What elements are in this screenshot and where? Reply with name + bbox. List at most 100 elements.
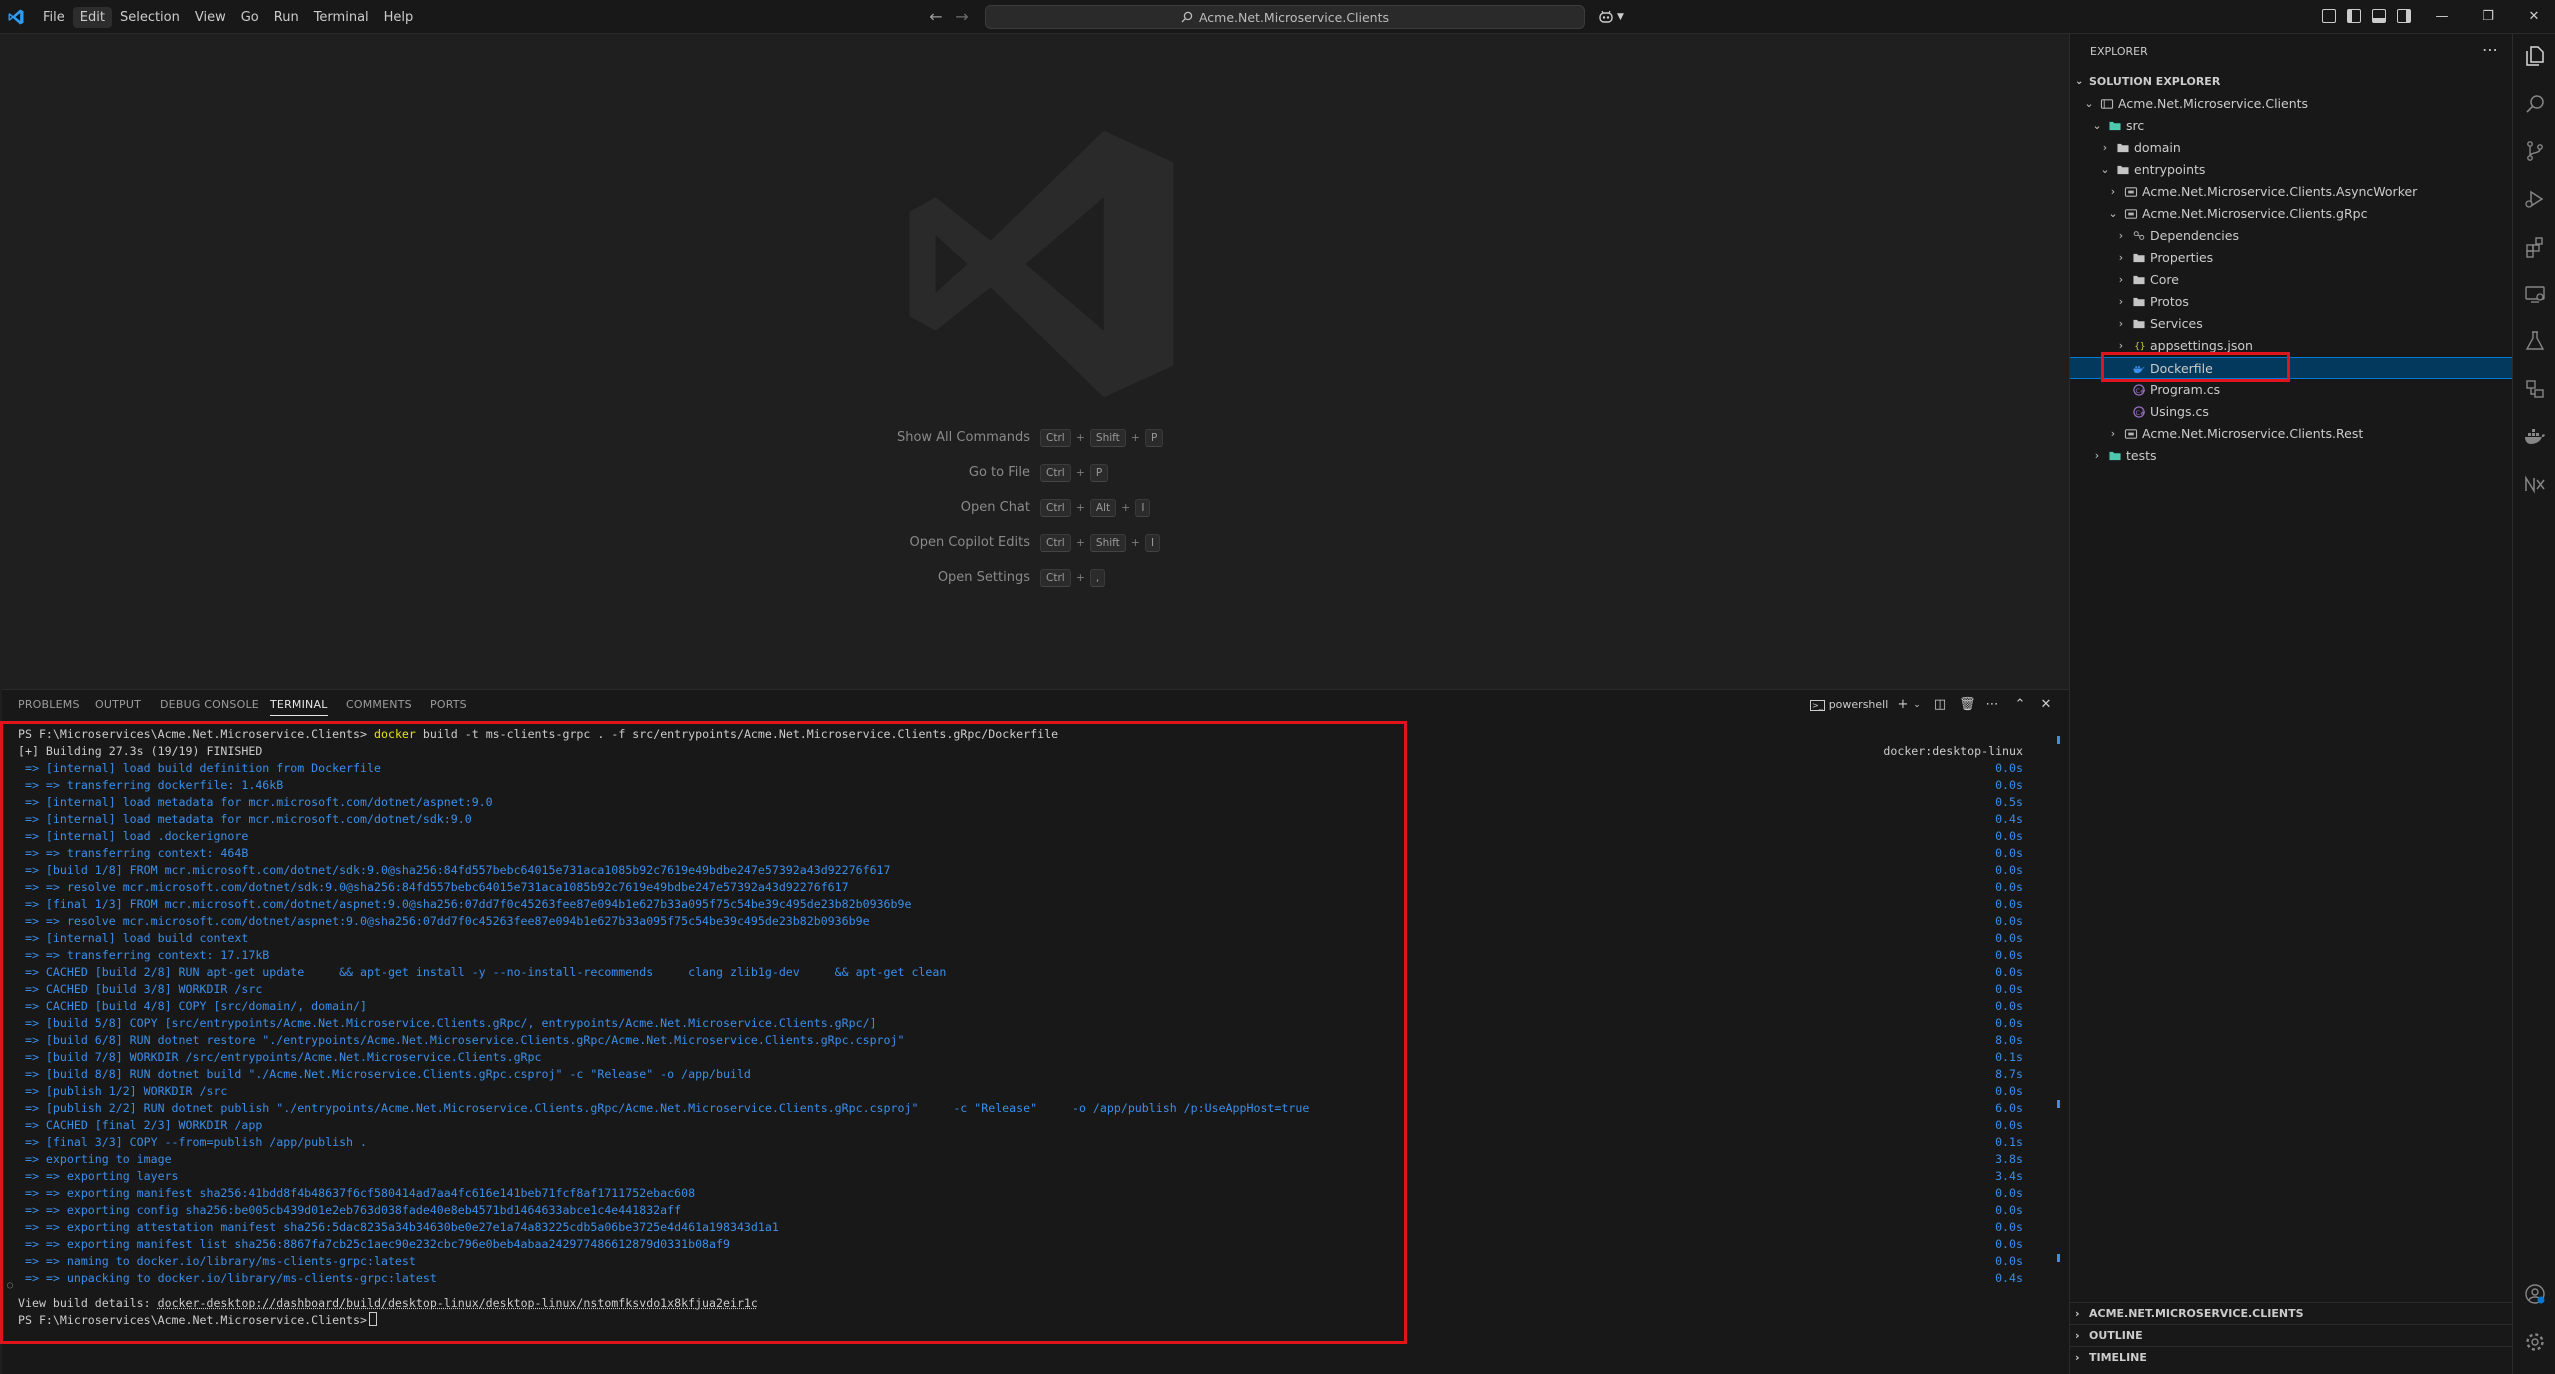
close-panel-icon[interactable]: ✕ <box>2038 697 2054 713</box>
menu-view[interactable]: View <box>188 7 233 28</box>
section-project-header[interactable]: › ACME.NET.MICROSERVICE.CLIENTS <box>2070 1302 2513 1324</box>
menu-help[interactable]: Help <box>377 7 421 28</box>
tree-item-acme-net-microservice-clients-grpc[interactable]: ⌄ Acme.Net.Microservice.Clients.gRpc <box>2070 203 2513 225</box>
chevron-right-icon[interactable]: › <box>2090 445 2104 467</box>
menu-file[interactable]: File <box>36 7 72 28</box>
chevron-right-icon[interactable]: › <box>2114 291 2128 313</box>
containers-icon[interactable] <box>2523 377 2547 401</box>
tab-comments[interactable]: COMMENTS <box>346 698 412 711</box>
toggle-primary-sidebar-icon[interactable] <box>2347 9 2361 23</box>
more-actions-icon[interactable]: ⋯ <box>2482 40 2498 59</box>
menu-run[interactable]: Run <box>267 7 306 28</box>
copilot-menu-button[interactable]: ▼ <box>1598 7 1624 27</box>
tree-item-src[interactable]: ⌄ src <box>2070 115 2513 137</box>
tree-item-tests[interactable]: › tests <box>2070 445 2513 467</box>
toggle-panel-icon[interactable] <box>2372 9 2386 23</box>
key-cap: I <box>1145 533 1161 552</box>
nx-console-icon[interactable] <box>2523 472 2547 496</box>
menu-terminal[interactable]: Terminal <box>307 7 376 28</box>
chevron-down-icon[interactable]: ⌄ <box>2098 159 2112 181</box>
editor-area[interactable]: Show All Commands Ctrl + Shift + P Go to F… <box>2 34 2069 689</box>
minimize-icon[interactable]: — <box>2431 6 2453 28</box>
chevron-down-icon[interactable]: ⌄ <box>1911 697 1923 713</box>
svg-text:C#: C# <box>2135 409 2145 417</box>
menu-selection[interactable]: Selection <box>113 7 187 28</box>
source-control-icon[interactable] <box>2523 139 2547 163</box>
tree-item-protos[interactable]: › Protos <box>2070 291 2513 313</box>
section-timeline-header[interactable]: › TIMELINE <box>2070 1346 2513 1368</box>
toggle-secondary-sidebar-icon[interactable] <box>2397 9 2411 23</box>
key-cap: Ctrl <box>1040 533 1071 552</box>
chevron-right-icon[interactable]: › <box>2114 313 2128 335</box>
docker-whale-icon[interactable] <box>2523 425 2547 449</box>
tree-item-acme-net-microservice-clients-rest[interactable]: › Acme.Net.Microservice.Clients.Rest <box>2070 423 2513 445</box>
build-step-time: 0.0s <box>1995 897 2023 911</box>
shortcut-open-copilot-edits: Open Copilot Edits Ctrl + Shift + I <box>772 525 1372 560</box>
chevron-right-icon[interactable]: › <box>2106 423 2120 445</box>
shortcut-label: Open Chat <box>960 500 1030 515</box>
folder-icon <box>2117 143 2129 153</box>
terminal-shell-selector[interactable]: >_ powershell <box>1810 697 1888 714</box>
chevron-down-icon[interactable]: ⌄ <box>2082 93 2096 115</box>
new-terminal-plus-icon[interactable]: + <box>1895 697 1911 713</box>
testing-flask-icon[interactable] <box>2523 329 2547 353</box>
tab-debug-console[interactable]: DEBUG CONSOLE <box>160 698 259 711</box>
explorer-files-icon[interactable] <box>2523 44 2547 68</box>
key-cap: P <box>1089 463 1109 482</box>
tree-item-label: entrypoints <box>2134 162 2206 177</box>
chevron-down-icon[interactable]: ⌄ <box>2090 115 2104 137</box>
tab-terminal[interactable]: TERMINAL <box>270 698 328 716</box>
command-center-text: Acme.Net.Microservice.Clients <box>1198 9 1390 25</box>
tab-problems[interactable]: PROBLEMS <box>18 698 80 711</box>
tree-item-domain[interactable]: › domain <box>2070 137 2513 159</box>
search-icon <box>1181 11 1193 23</box>
section-outline-header[interactable]: › OUTLINE <box>2070 1324 2513 1346</box>
tab-output[interactable]: OUTPUT <box>95 698 141 711</box>
extensions-icon[interactable] <box>2523 235 2547 259</box>
tree-item-acme-net-microservice-clients-asyncworker[interactable]: › Acme.Net.Microservice.Clients.AsyncWork… <box>2070 181 2513 203</box>
run-debug-icon[interactable] <box>2523 187 2547 211</box>
build-step-time: 3.4s <box>1995 1169 2023 1183</box>
build-step-time: 0.0s <box>1995 1254 2023 1268</box>
chevron-down-icon: ▼ <box>1617 12 1624 22</box>
menu-go[interactable]: Go <box>234 7 266 28</box>
chevron-right-icon[interactable]: › <box>2106 181 2120 203</box>
tree-item-dependencies[interactable]: › Dependencies <box>2070 225 2513 247</box>
tree-item-acme-net-microservice-clients[interactable]: ⌄ Acme.Net.Microservice.Clients <box>2070 93 2513 115</box>
command-center-search[interactable]: Acme.Net.Microservice.Clients <box>985 5 1585 29</box>
restore-icon[interactable]: ❐ <box>2477 6 2499 28</box>
build-step-time: 0.0s <box>1995 1016 2023 1030</box>
accounts-icon[interactable] <box>2523 1282 2547 1306</box>
split-terminal-icon[interactable]: ◫ <box>1932 697 1948 713</box>
tree-item-entrypoints[interactable]: ⌄ entrypoints <box>2070 159 2513 181</box>
search-icon[interactable] <box>2523 92 2547 116</box>
chevron-right-icon[interactable]: › <box>2114 247 2128 269</box>
chevron-right-icon[interactable]: › <box>2114 225 2128 247</box>
build-step-time: 0.4s <box>1995 812 2023 826</box>
chevron-right-icon[interactable]: › <box>2098 137 2112 159</box>
maximize-panel-icon[interactable]: ⌃ <box>2012 697 2028 713</box>
solution-explorer-header[interactable]: ⌄ SOLUTION EXPLORER <box>2070 71 2513 93</box>
menu-edit[interactable]: Edit <box>72 6 112 28</box>
close-icon[interactable]: ✕ <box>2523 6 2545 28</box>
trash-icon[interactable]: 🗑 <box>1959 697 1976 713</box>
forward-arrow-icon[interactable]: → <box>953 8 971 26</box>
back-arrow-icon[interactable]: ← <box>927 8 945 26</box>
tree-item-usings-cs[interactable]: C# Usings.cs <box>2070 401 2513 423</box>
more-actions-icon[interactable]: ⋯ <box>1984 697 2000 713</box>
tree-item-core[interactable]: › Core <box>2070 269 2513 291</box>
tree-item-program-cs[interactable]: C# Program.cs <box>2070 379 2513 401</box>
layout-toggle-icon[interactable] <box>2322 9 2336 23</box>
key-cap: Ctrl <box>1040 463 1071 482</box>
manage-gear-icon[interactable] <box>2523 1330 2547 1354</box>
tab-ports[interactable]: PORTS <box>430 698 467 711</box>
key-cap: Ctrl <box>1040 498 1071 517</box>
chevron-right-icon[interactable]: › <box>2114 269 2128 291</box>
tree-item-properties[interactable]: › Properties <box>2070 247 2513 269</box>
build-step-time: 0.0s <box>1995 863 2023 877</box>
tree-item-label: tests <box>2126 448 2157 463</box>
copilot-icon <box>1599 10 1613 23</box>
chevron-down-icon[interactable]: ⌄ <box>2106 203 2120 225</box>
remote-explorer-icon[interactable] <box>2523 282 2547 306</box>
tree-item-services[interactable]: › Services <box>2070 313 2513 335</box>
